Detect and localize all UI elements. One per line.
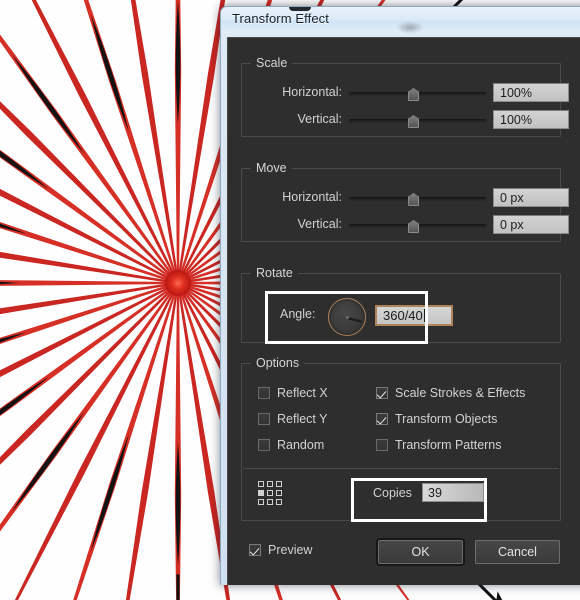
checkbox-box[interactable] (376, 439, 388, 451)
anchor-cell-top-right[interactable] (276, 481, 282, 487)
scale-group-legend: Scale (251, 56, 293, 70)
dialog-body: Scale Horizontal: 100% Vertical: 100% Mo… (227, 37, 580, 585)
checkbox-box[interactable] (376, 387, 388, 399)
titlebar-artifact (396, 21, 424, 34)
anchor-cell-middle-right[interactable] (276, 490, 282, 496)
rotate-group-legend: Rotate (251, 266, 298, 280)
scale-horizontal-slider[interactable] (349, 88, 486, 101)
checkbox-label: Scale Strokes & Effects (395, 386, 526, 400)
move-horizontal-slider[interactable] (349, 193, 486, 206)
text-caret (423, 309, 425, 322)
checkbox-box[interactable] (376, 413, 388, 425)
options-group: Options Reflect X Reflect Y Random Scale… (241, 356, 561, 521)
scale-horizontal-input[interactable]: 100% (493, 83, 569, 102)
cancel-button[interactable]: Cancel (475, 540, 560, 564)
scale-vertical-input[interactable]: 100% (493, 110, 569, 129)
move-horizontal-row: Horizontal: 0 px (250, 188, 569, 207)
scale-horizontal-label: Horizontal: (282, 85, 342, 99)
angle-input-text: 360/40 (383, 308, 423, 323)
reference-point-grid-icon[interactable] (258, 481, 284, 507)
copies-label: Copies (373, 486, 412, 500)
anchor-cell-center[interactable] (267, 490, 273, 496)
anchor-cell-top-left[interactable] (258, 481, 264, 487)
slider-thumb[interactable] (408, 220, 419, 233)
checkbox-label: Transform Objects (395, 412, 498, 426)
checkbox-box[interactable] (258, 413, 270, 425)
rotate-angle-input[interactable]: 360/40 (375, 305, 453, 326)
scale-vertical-label: Vertical: (297, 112, 342, 126)
move-vertical-row: Vertical: 0 px (250, 215, 569, 234)
rotate-angle-label: Angle: (280, 307, 316, 321)
anchor-cell-bottom-center[interactable] (267, 499, 273, 505)
checkbox-label: Random (277, 438, 325, 452)
dial-hub (345, 315, 349, 319)
scale-vertical-slider[interactable] (349, 115, 486, 128)
dialog-title: Transform Effect (232, 11, 329, 26)
move-vertical-input[interactable]: 0 px (493, 215, 569, 234)
move-vertical-label: Vertical: (297, 217, 342, 231)
checkbox-box[interactable] (258, 439, 270, 451)
move-group: Move Horizontal: 0 px Vertical: 0 px (241, 161, 569, 242)
move-horizontal-input[interactable]: 0 px (493, 188, 569, 207)
transform-effect-dialog: Transform Effect Scale Horizontal: 100% … (220, 6, 580, 585)
anchor-cell-bottom-left[interactable] (258, 499, 264, 505)
copies-input[interactable]: 39 (422, 483, 484, 502)
dialog-titlebar[interactable]: Transform Effect (221, 7, 580, 34)
move-group-legend: Move (251, 161, 292, 175)
checkbox-label: Reflect X (277, 386, 328, 400)
anchor-cell-bottom-right[interactable] (276, 499, 282, 505)
anchor-cell-top-center[interactable] (267, 481, 273, 487)
dial-needle (346, 317, 362, 323)
move-horizontal-label: Horizontal: (282, 190, 342, 204)
checkbox-box[interactable] (258, 387, 270, 399)
ok-button[interactable]: OK (376, 538, 465, 566)
slider-thumb[interactable] (408, 88, 419, 101)
checkbox-box[interactable] (249, 544, 261, 556)
slider-thumb[interactable] (408, 193, 419, 206)
options-divider (243, 468, 559, 469)
anchor-cell-middle-left[interactable] (258, 490, 264, 496)
angle-dial-icon[interactable] (328, 298, 366, 336)
checkbox-label: Reflect Y (277, 412, 328, 426)
scale-horizontal-row: Horizontal: 100% (250, 83, 569, 102)
rotate-group: Rotate Angle: 360/40 (241, 266, 561, 343)
scale-group: Scale Horizontal: 100% Vertical: 100% (241, 56, 569, 137)
checkbox-label: Preview (268, 543, 313, 557)
scale-vertical-row: Vertical: 100% (250, 110, 569, 129)
move-vertical-slider[interactable] (349, 220, 486, 233)
options-group-legend: Options (251, 356, 305, 370)
slider-thumb[interactable] (408, 115, 419, 128)
checkbox-label: Transform Patterns (395, 438, 502, 452)
